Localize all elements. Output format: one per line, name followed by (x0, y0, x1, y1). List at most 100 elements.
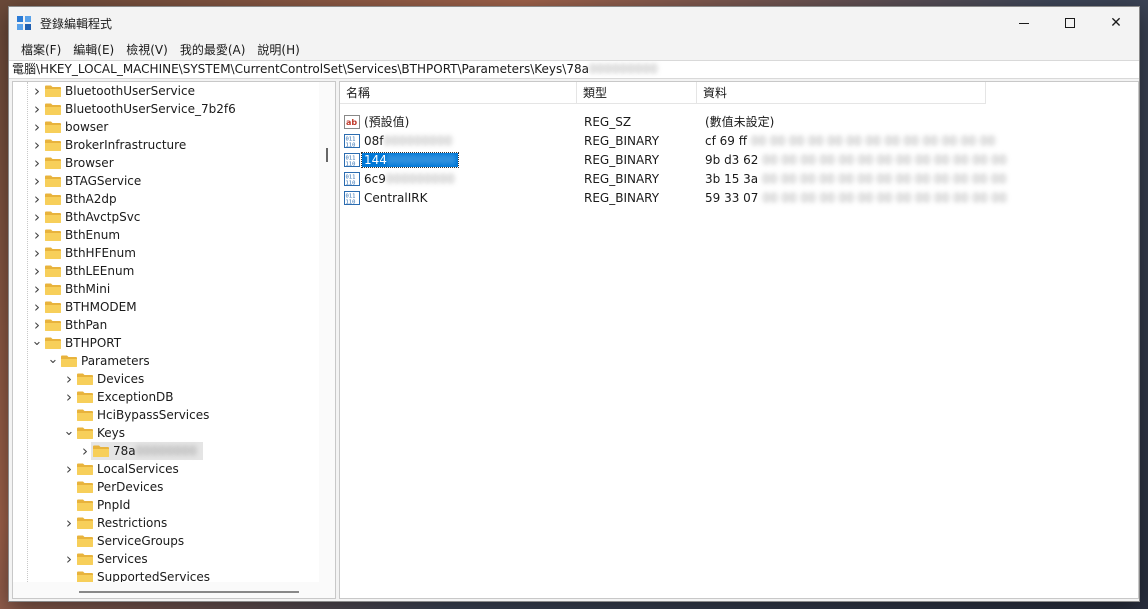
tree-item-content[interactable]: BthMini (43, 280, 110, 298)
tree-item[interactable]: › BTHMODEM (13, 298, 319, 316)
tree-item-content[interactable]: BthHFEnum (43, 244, 136, 262)
chevron-right-icon[interactable]: › (31, 280, 43, 298)
tree-item-content[interactable]: PnpId (75, 496, 130, 514)
values-list-pane[interactable]: 名稱 類型 資料 ab (預設值) REG_SZ (數值未設定) 011 110 08f00… (339, 81, 1139, 599)
tree-item-content[interactable]: BthEnum (43, 226, 120, 244)
tree-item-content[interactable]: Services (75, 550, 148, 568)
tree-item[interactable]: › BthLEEnum (13, 262, 319, 280)
tree-item-content[interactable]: BluetoothUserService (43, 82, 195, 100)
tree-item[interactable]: PnpId (13, 496, 319, 514)
tree-item-content[interactable]: BTAGService (43, 172, 141, 190)
value-row[interactable]: 011 110 08f000000000 REG_BINARY cf 69 ff 00 0… (340, 131, 1138, 150)
chevron-right-icon[interactable]: › (31, 118, 43, 136)
tree-item[interactable]: › BthA2dp (13, 190, 319, 208)
tree-item-content[interactable]: BTHMODEM (43, 298, 137, 316)
tree-item[interactable]: › 78a 00000000 (13, 442, 319, 460)
value-name-cell[interactable]: 011 110 144000000000 (340, 151, 583, 168)
chevron-right-icon[interactable]: › (31, 172, 43, 190)
chevron-right-icon[interactable]: › (63, 460, 75, 478)
tree-vertical-scrollbar[interactable] (319, 82, 335, 582)
chevron-right-icon[interactable]: › (31, 82, 43, 100)
tree-horizontal-scrollbar[interactable] (13, 582, 335, 598)
tree-item[interactable]: › BluetoothUserService_7b2f6 (13, 100, 319, 118)
title-bar[interactable]: 登錄編輯程式 ✕ (9, 7, 1139, 39)
tree-item-content[interactable]: PerDevices (75, 478, 163, 496)
value-name-cell[interactable]: 011 110 CentralIRK (340, 190, 583, 205)
tree-item-content[interactable]: ServiceGroups (75, 532, 184, 550)
tree-item[interactable]: › BthEnum (13, 226, 319, 244)
menu-file[interactable]: 檔案(F) (15, 41, 67, 58)
tree-item[interactable]: › Restrictions (13, 514, 319, 532)
chevron-down-icon[interactable]: ⌄ (31, 334, 43, 352)
chevron-down-icon[interactable]: ⌄ (63, 424, 75, 442)
close-button[interactable]: ✕ (1093, 7, 1139, 39)
tree-item[interactable]: › BthPan (13, 316, 319, 334)
column-header-type[interactable]: 類型 (577, 82, 697, 104)
scroll-thumb[interactable] (79, 591, 299, 593)
chevron-right-icon[interactable]: › (31, 136, 43, 154)
chevron-right-icon[interactable]: › (31, 208, 43, 226)
chevron-right-icon[interactable]: › (63, 370, 75, 388)
value-name-cell[interactable]: 011 110 08f000000000 (340, 133, 583, 148)
minimize-button[interactable] (1001, 7, 1047, 39)
tree-item[interactable]: › Devices (13, 370, 319, 388)
tree-item-content[interactable]: Parameters (59, 352, 150, 370)
value-row[interactable]: 011 110 144000000000 REG_BINARY 9b d3 62 00 0… (340, 150, 1138, 169)
tree-item[interactable]: › Browser (13, 154, 319, 172)
menu-help[interactable]: 說明(H) (251, 41, 305, 58)
tree-item[interactable]: › BthHFEnum (13, 244, 319, 262)
value-name-cell[interactable]: 011 110 6c9000000000 (340, 171, 583, 186)
tree-item-content[interactable]: Browser (43, 154, 114, 172)
value-row[interactable]: ab (預設值) REG_SZ (數值未設定) (340, 112, 1138, 131)
chevron-right-icon[interactable]: › (31, 226, 43, 244)
chevron-right-icon[interactable]: › (31, 100, 43, 118)
menu-edit[interactable]: 編輯(E) (67, 41, 120, 58)
tree-item[interactable]: ⌄ Keys (13, 424, 319, 442)
menu-view[interactable]: 檢視(V) (120, 41, 174, 58)
chevron-right-icon[interactable]: › (31, 298, 43, 316)
chevron-right-icon[interactable]: › (63, 514, 75, 532)
tree-item[interactable]: › BrokerInfrastructure (13, 136, 319, 154)
tree-item[interactable]: › BluetoothUserService (13, 82, 319, 100)
tree-item-content[interactable]: ExceptionDB (75, 388, 174, 406)
chevron-down-icon[interactable]: ⌄ (47, 352, 59, 370)
column-header-data[interactable]: 資料 (697, 82, 986, 104)
tree-item[interactable]: › BthAvctpSvc (13, 208, 319, 226)
chevron-right-icon[interactable]: › (31, 154, 43, 172)
tree-item-content[interactable]: Keys (75, 424, 125, 442)
tree-item-content[interactable]: 78a 00000000 (91, 442, 203, 460)
chevron-right-icon[interactable]: › (31, 244, 43, 262)
column-header-name[interactable]: 名稱 (340, 82, 577, 104)
tree-item-content[interactable]: BthPan (43, 316, 107, 334)
value-name-cell[interactable]: ab (預設值) (340, 113, 583, 130)
tree-item[interactable]: ⌄ BTHPORT (13, 334, 319, 352)
tree-item[interactable]: HciBypassServices (13, 406, 319, 424)
tree-item[interactable]: › bowser (13, 118, 319, 136)
scroll-thumb[interactable] (326, 148, 328, 162)
value-row[interactable]: 011 110 6c9000000000 REG_BINARY 3b 15 3a 00 0… (340, 169, 1138, 188)
tree-item-content[interactable]: Devices (75, 370, 144, 388)
tree-item-content[interactable]: BthLEEnum (43, 262, 134, 280)
tree-item-content[interactable]: BthAvctpSvc (43, 208, 140, 226)
tree-item-content[interactable]: BTHPORT (43, 334, 121, 352)
tree-item-content[interactable]: BrokerInfrastructure (43, 136, 186, 154)
tree-item-content[interactable]: BluetoothUserService_7b2f6 (43, 100, 236, 118)
tree-item-content[interactable]: Restrictions (75, 514, 167, 532)
value-row[interactable]: 011 110 CentralIRK REG_BINARY 59 33 07 00 00 … (340, 188, 1138, 207)
chevron-right-icon[interactable]: › (31, 190, 43, 208)
chevron-right-icon[interactable]: › (63, 388, 75, 406)
chevron-right-icon[interactable]: › (63, 550, 75, 568)
tree-item[interactable]: ServiceGroups (13, 532, 319, 550)
chevron-right-icon[interactable]: › (31, 262, 43, 280)
tree-item[interactable]: › ExceptionDB (13, 388, 319, 406)
tree-item-content[interactable]: bowser (43, 118, 108, 136)
tree-item-content[interactable]: LocalServices (75, 460, 179, 478)
tree-item[interactable]: ⌄ Parameters (13, 352, 319, 370)
tree-item[interactable]: PerDevices (13, 478, 319, 496)
tree-item[interactable]: › BTAGService (13, 172, 319, 190)
tree-item[interactable]: › Services (13, 550, 319, 568)
maximize-button[interactable] (1047, 7, 1093, 39)
tree-item-content[interactable]: BthA2dp (43, 190, 117, 208)
chevron-right-icon[interactable]: › (31, 316, 43, 334)
menu-favorites[interactable]: 我的最愛(A) (174, 41, 252, 58)
